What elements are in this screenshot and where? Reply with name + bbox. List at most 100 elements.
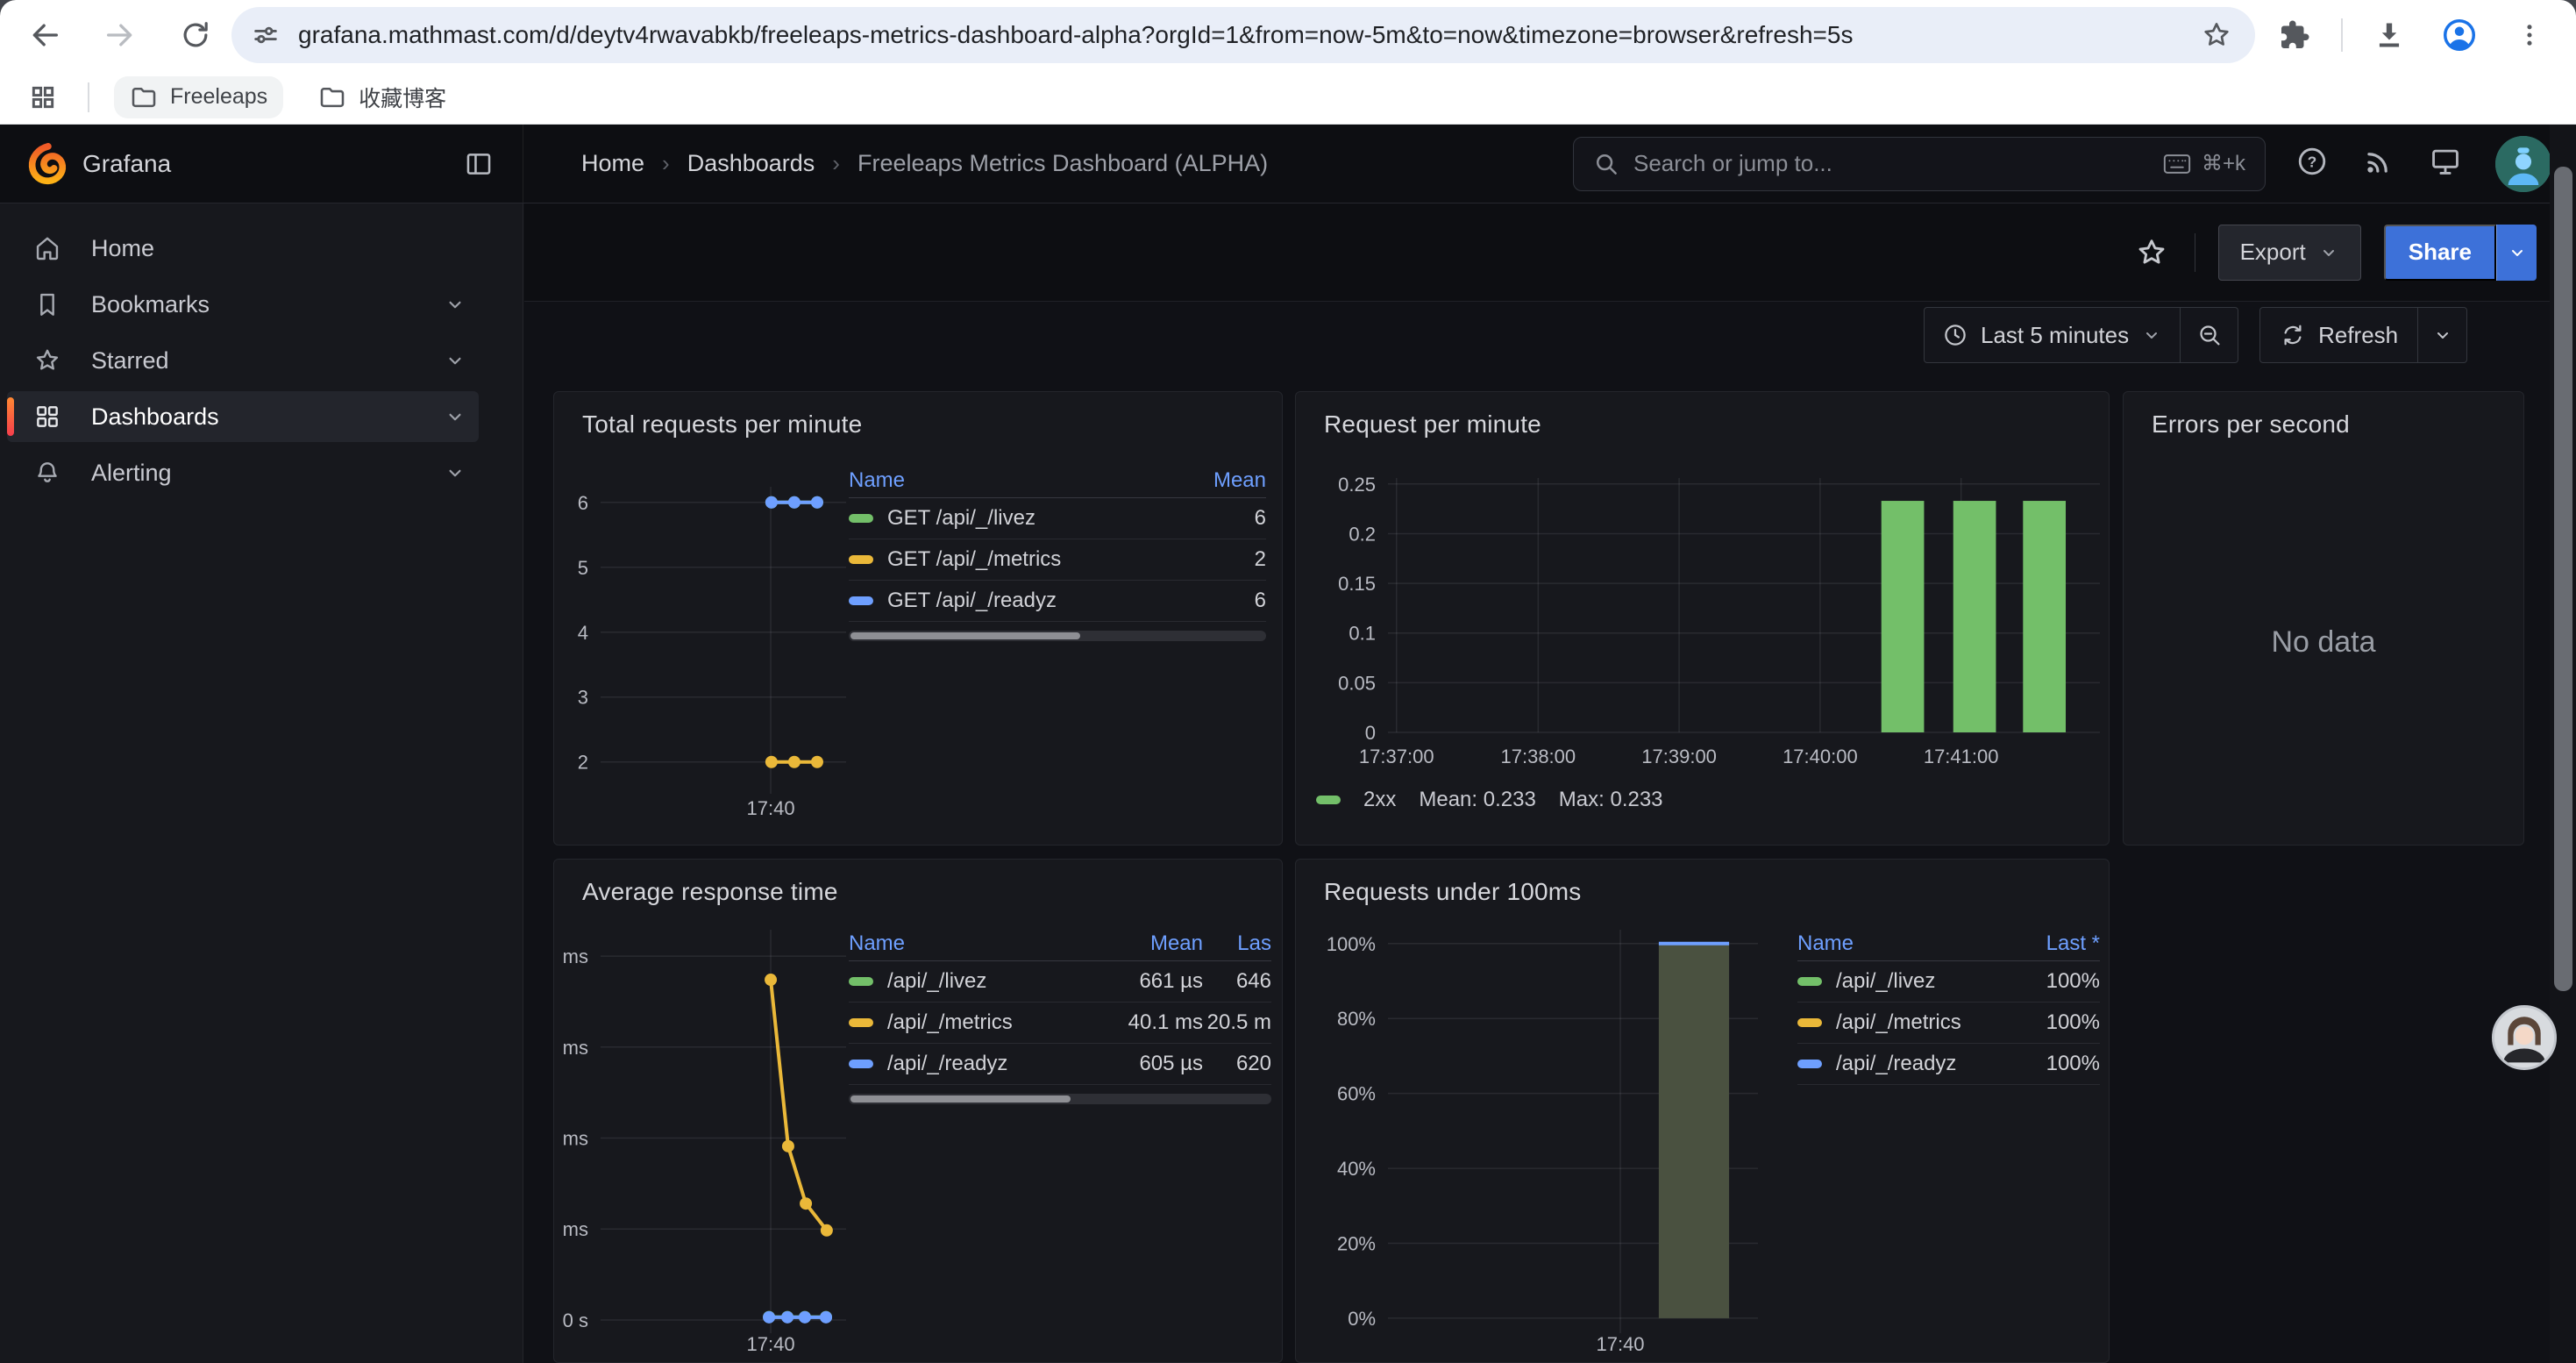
sidebar-toggle-button[interactable] — [458, 143, 500, 185]
series-name[interactable]: /api/_/metrics — [1836, 1010, 2012, 1035]
search-input[interactable]: Search or jump to... ⌘+k — [1573, 137, 2266, 191]
series-mean-value: 661 µs — [1098, 969, 1203, 994]
apps-button[interactable] — [23, 77, 63, 118]
downloads-button[interactable] — [2366, 11, 2413, 59]
series-name[interactable]: /api/_/metrics — [887, 1010, 1098, 1035]
table-row[interactable]: /api/_/livez 100% — [1797, 961, 2100, 1003]
series-swatch[interactable] — [849, 514, 873, 523]
table-row[interactable]: /api/_/metrics 40.1 ms 20.5 m — [849, 1003, 1271, 1044]
assistant-avatar-image — [2494, 1008, 2554, 1067]
url-bar[interactable]: grafana.mathmast.com/d/deytv4rwavabkb/fr… — [231, 7, 2255, 63]
panel-title[interactable]: Request per minute — [1324, 410, 1541, 439]
url-text[interactable]: grafana.mathmast.com/d/deytv4rwavabkb/fr… — [298, 21, 2197, 49]
column-header-name[interactable]: Name — [849, 468, 1187, 493]
back-button[interactable] — [21, 11, 68, 59]
column-header-mean[interactable]: Mean — [1098, 931, 1203, 956]
series-name[interactable]: /api/_/livez — [887, 969, 1098, 994]
bookmark-folder-blogs[interactable]: 收藏博客 — [302, 75, 462, 120]
sidebar-item-alerting[interactable]: Alerting — [7, 447, 479, 498]
series-name[interactable]: /api/_/livez — [1836, 969, 2012, 994]
series-name[interactable]: /api/_/readyz — [1836, 1052, 2012, 1076]
table-horizontal-scrollbar[interactable] — [849, 1094, 1271, 1104]
request-per-minute-chart: 0.250.20.150.10.05017:37:0017:38:0017:39… — [1306, 456, 2100, 807]
table-row[interactable]: /api/_/livez 661 µs 646 — [849, 961, 1271, 1003]
table-row[interactable]: GET /api/_/metrics 2 — [849, 539, 1266, 581]
series-name[interactable]: GET /api/_/readyz — [887, 589, 1187, 613]
chevron-down-icon[interactable] — [444, 405, 466, 428]
chevron-down-icon[interactable] — [444, 293, 466, 316]
forward-button[interactable] — [96, 11, 144, 59]
column-header-name[interactable]: Name — [849, 931, 1098, 956]
share-button[interactable]: Share — [2384, 225, 2496, 281]
legend-table-rows: /api/_/livez 100% /api/_/metrics 100% /a… — [1797, 961, 2100, 1085]
sidebar-item-bookmarks[interactable]: Bookmarks — [7, 279, 479, 330]
svg-text:17:40:00: 17:40:00 — [1783, 746, 1858, 767]
profile-button[interactable] — [2436, 11, 2483, 59]
svg-text:17:40: 17:40 — [747, 1333, 795, 1355]
series-swatch[interactable] — [1797, 1060, 1822, 1068]
zoom-out-button[interactable] — [2181, 307, 2238, 363]
home-icon — [33, 234, 61, 262]
chevron-down-icon[interactable] — [444, 349, 466, 372]
panel-title[interactable]: Total requests per minute — [582, 410, 862, 439]
time-range-picker[interactable]: Last 5 minutes — [1924, 307, 2181, 363]
refresh-interval-button[interactable] — [2418, 307, 2467, 363]
scrollbar-thumb[interactable] — [850, 1095, 1071, 1103]
series-name[interactable]: GET /api/_/livez — [887, 506, 1187, 531]
table-row[interactable]: /api/_/readyz 605 µs 620 — [849, 1044, 1271, 1085]
series-name[interactable]: GET /api/_/metrics — [887, 547, 1187, 572]
refresh-button[interactable]: Refresh — [2259, 307, 2418, 363]
breadcrumb-dashboards[interactable]: Dashboards — [687, 150, 815, 177]
column-header-last[interactable]: Las — [1203, 931, 1271, 956]
user-avatar[interactable] — [2495, 136, 2551, 192]
table-horizontal-scrollbar[interactable] — [849, 631, 1266, 641]
sidebar-item-home[interactable]: Home — [7, 223, 479, 274]
reload-button[interactable] — [172, 11, 219, 59]
column-header-name[interactable]: Name — [1797, 931, 2012, 956]
column-header-last[interactable]: Last * — [2012, 931, 2100, 956]
table-row[interactable]: /api/_/metrics 100% — [1797, 1003, 2100, 1044]
series-swatch[interactable] — [849, 977, 873, 986]
panel-title[interactable]: Requests under 100ms — [1324, 878, 1582, 906]
news-button[interactable] — [2362, 145, 2395, 182]
series-swatch[interactable] — [849, 1060, 873, 1068]
panel-errors-per-second[interactable]: No data — [2123, 391, 2524, 846]
extensions-button[interactable] — [2271, 11, 2318, 59]
series-swatch[interactable] — [849, 1018, 873, 1027]
table-row[interactable]: /api/_/readyz 100% — [1797, 1044, 2100, 1085]
brand-name[interactable]: Grafana — [82, 150, 171, 178]
series-swatch[interactable] — [849, 596, 873, 605]
help-button[interactable]: ? — [2295, 145, 2329, 182]
panel-title[interactable]: Errors per second — [2152, 410, 2350, 439]
series-swatch[interactable] — [849, 555, 873, 564]
page-scrollbar-thumb[interactable] — [2554, 167, 2572, 991]
assistant-avatar-widget[interactable] — [2492, 1005, 2557, 1070]
sidebar-item-dashboards[interactable]: Dashboards — [7, 391, 479, 442]
sidebar-item-starred[interactable]: Starred — [7, 335, 479, 386]
bookmark-folder-freeleaps[interactable]: Freeleaps — [114, 76, 283, 118]
scrollbar-thumb[interactable] — [850, 632, 1080, 639]
svg-text:0.05: 0.05 — [1338, 672, 1376, 694]
bookmark-star-button[interactable] — [2197, 16, 2236, 54]
column-header-mean[interactable]: Mean — [1187, 468, 1266, 493]
legend-table: Name Last * /api/_/livez 100% /api/_/met… — [1797, 926, 2100, 1085]
export-button[interactable]: Export — [2218, 225, 2361, 281]
panel-title[interactable]: Average response time — [582, 878, 838, 906]
display-button[interactable] — [2429, 145, 2462, 182]
series-name[interactable]: /api/_/readyz — [887, 1052, 1098, 1076]
series-swatch[interactable] — [1797, 977, 1822, 986]
chevron-down-icon[interactable] — [444, 461, 466, 484]
legend-series-label[interactable]: 2xx — [1363, 788, 1396, 812]
favorite-dashboard-button[interactable] — [2131, 232, 2172, 273]
series-swatch[interactable] — [1316, 796, 1341, 804]
series-swatch[interactable] — [1797, 1018, 1822, 1027]
breadcrumb-home[interactable]: Home — [581, 150, 644, 177]
table-row[interactable]: GET /api/_/livez 6 — [849, 498, 1266, 539]
site-settings-icon[interactable] — [251, 20, 281, 50]
svg-text:?: ? — [2308, 153, 2317, 170]
table-row[interactable]: GET /api/_/readyz 6 — [849, 581, 1266, 622]
search-shortcut: ⌘+k — [2163, 151, 2245, 176]
star-icon — [33, 346, 61, 375]
browser-menu-button[interactable] — [2506, 11, 2553, 59]
share-menu-button[interactable] — [2496, 225, 2537, 281]
